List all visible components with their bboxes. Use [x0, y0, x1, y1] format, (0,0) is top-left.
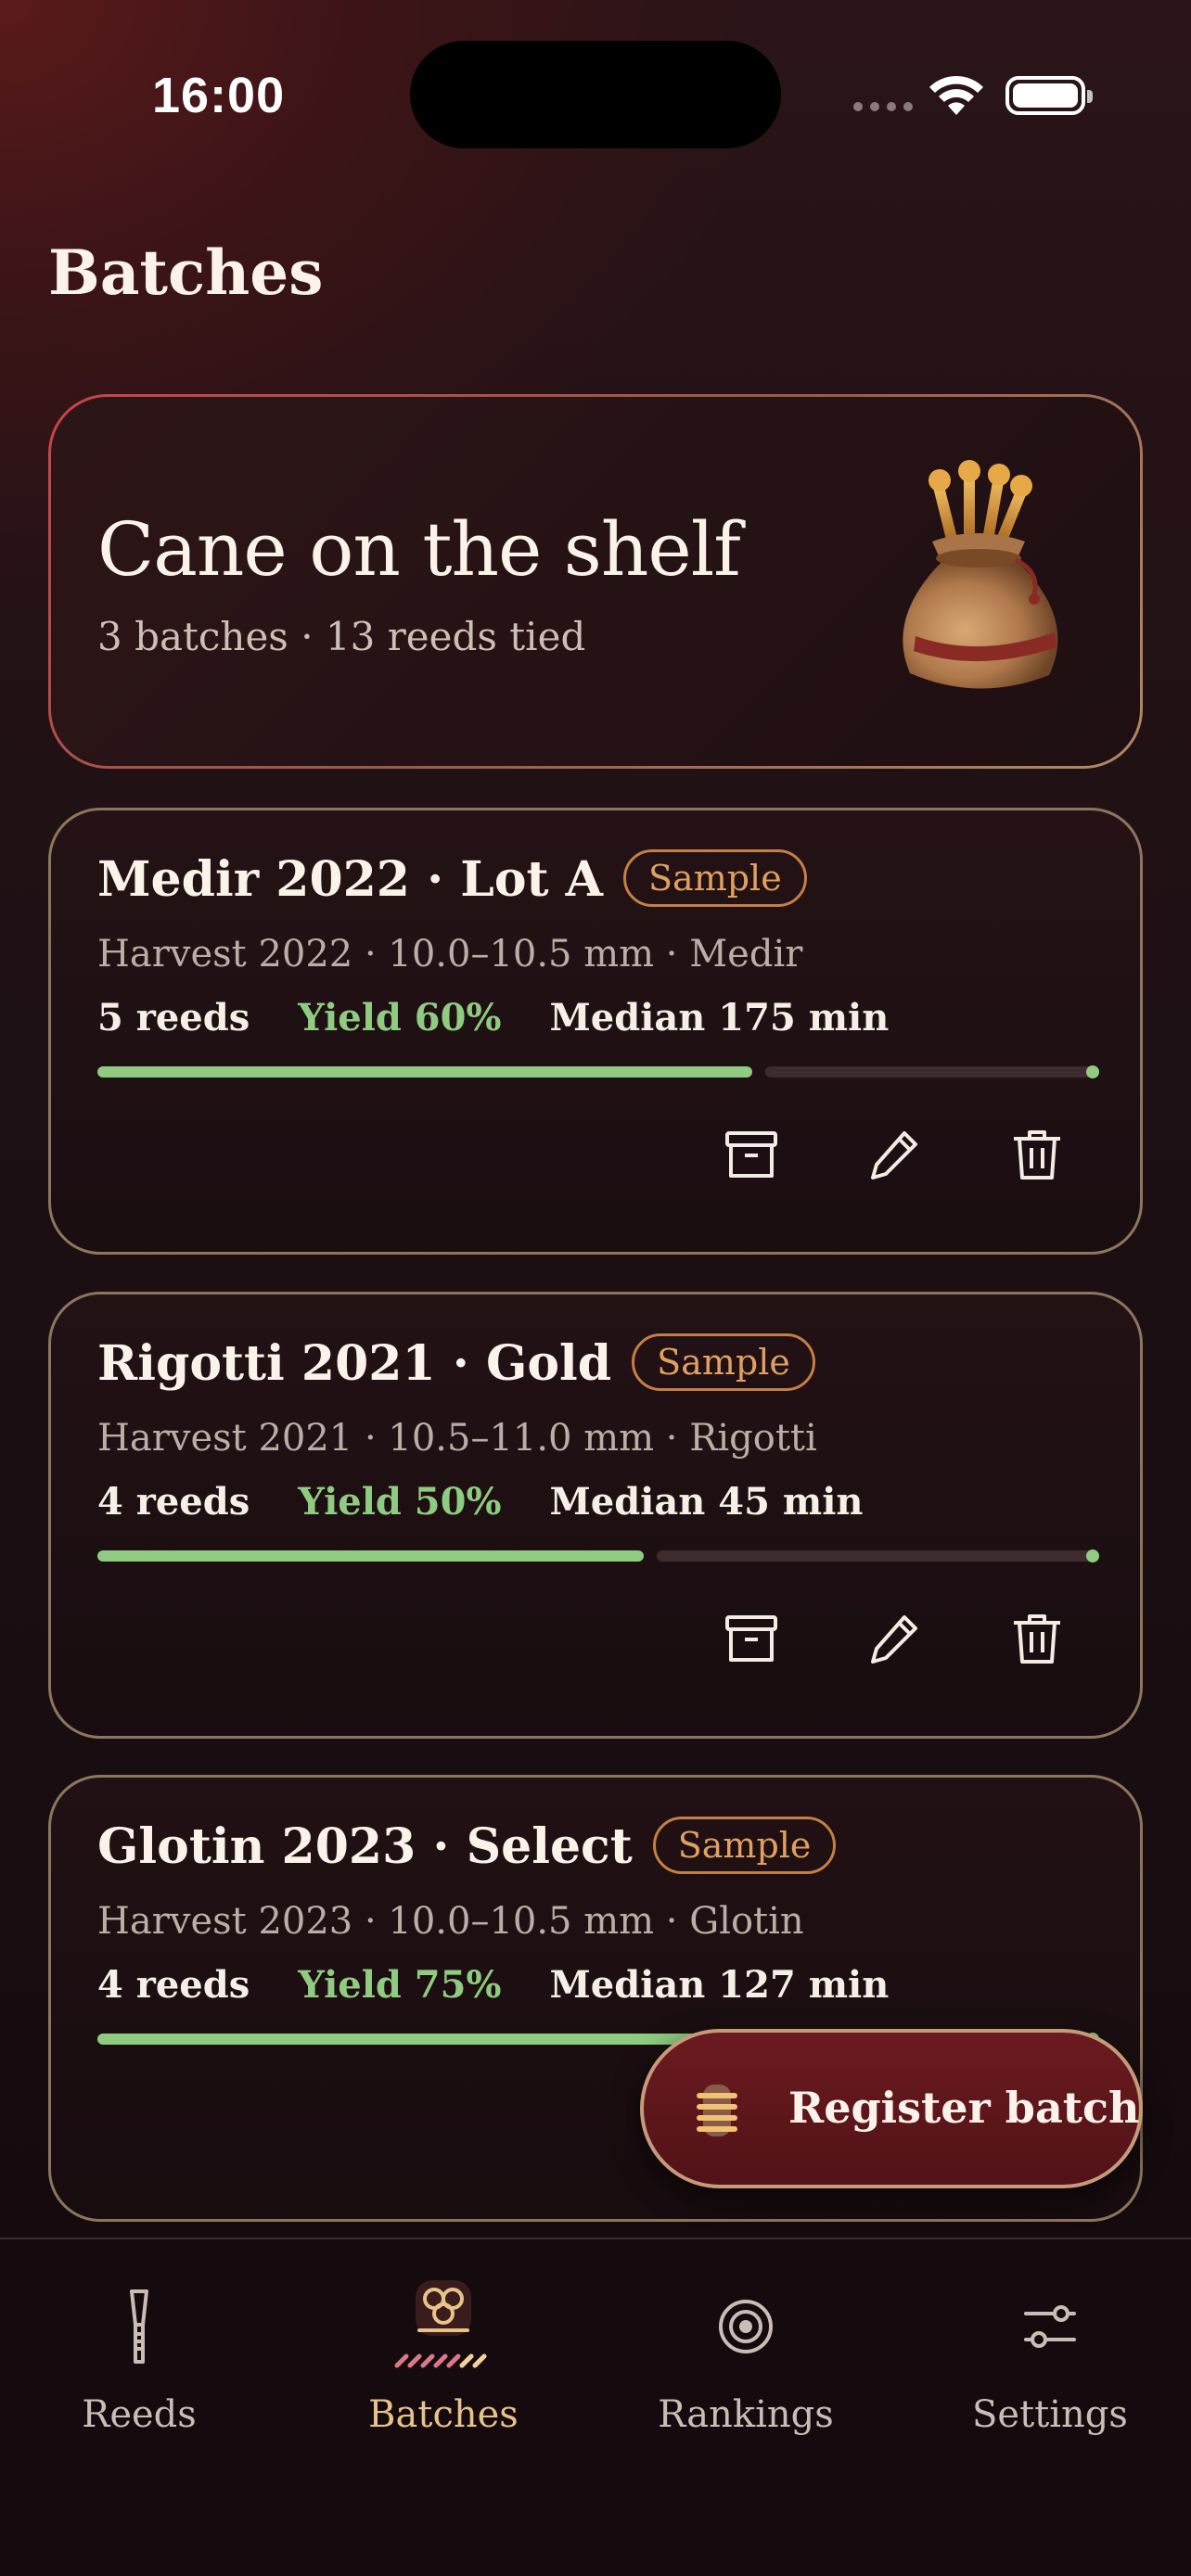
pencil-icon [871, 1615, 917, 1664]
sample-badge: Sample [632, 1333, 815, 1391]
register-batch-label: Register batch [788, 2083, 1140, 2133]
batch-title: Glotin 2023 · Select Sample [97, 1816, 837, 1880]
pencil-icon [871, 1131, 917, 1180]
archive-icon [725, 1131, 777, 1178]
reed-icon [130, 2289, 148, 2364]
tab-bar: Reeds Batches Rankings Settings [0, 2238, 1191, 2576]
reed-count: 4 reeds [97, 1963, 250, 2007]
batch-stats: 5 reeds Yield 60% Median 175 min [97, 996, 889, 1039]
progress-fill [97, 1550, 644, 1562]
tab-rankings[interactable]: Rankings [607, 2280, 885, 2436]
batch-actions [723, 1126, 1066, 1183]
tab-settings[interactable]: Settings [911, 2280, 1189, 2436]
battery-icon [1005, 76, 1093, 115]
dynamic-island [410, 41, 781, 148]
archive-button[interactable] [723, 1126, 780, 1183]
yield-progress-bar [97, 1549, 1099, 1562]
yield-value: Yield 60% [298, 996, 502, 1039]
archive-icon [725, 1615, 777, 1662]
delete-button[interactable] [1008, 1610, 1066, 1667]
batch-stats: 4 reeds Yield 50% Median 45 min [97, 1480, 864, 1524]
sliders-icon [1024, 2305, 1076, 2348]
batches-icon [394, 2280, 487, 2368]
batch-meta: Harvest 2023 · 10.0–10.5 mm · Glotin [97, 1900, 804, 1943]
reed-count: 5 reeds [97, 996, 250, 1039]
cane-bag-icon [903, 460, 1058, 689]
tab-batches[interactable]: Batches [304, 2280, 583, 2436]
sample-badge: Sample [652, 1816, 837, 1874]
batch-actions [723, 1610, 1066, 1667]
progress-end-dot [1086, 1549, 1099, 1562]
yield-progress-bar [97, 1065, 1099, 1078]
tab-reeds[interactable]: Reeds [0, 2280, 278, 2436]
sample-badge: Sample [623, 848, 807, 907]
progress-remainder [657, 1550, 1099, 1562]
cellular-signal-icon [853, 102, 913, 111]
batch-stats: 4 reeds Yield 75% Median 127 min [97, 1963, 889, 2007]
median-value: Median 45 min [549, 1480, 864, 1524]
target-icon [719, 2300, 773, 2353]
progress-remainder [765, 1066, 1099, 1078]
batch-meta: Harvest 2022 · 10.0–10.5 mm · Medir [97, 933, 803, 976]
summary-card: Cane on the shelf 3 batches · 13 reeds t… [48, 394, 1143, 769]
edit-button[interactable] [865, 1126, 923, 1183]
status-time: 16:00 [152, 68, 286, 123]
median-value: Median 127 min [549, 1963, 890, 2007]
summary-subtitle: 3 batches · 13 reeds tied [97, 614, 586, 659]
batch-title: Rigotti 2021 · Gold Sample [97, 1333, 815, 1396]
batch-meta: Harvest 2021 · 10.5–11.0 mm · Rigotti [97, 1417, 817, 1460]
batch-title: Medir 2022 · Lot A Sample [97, 848, 807, 912]
archive-button[interactable] [723, 1610, 780, 1667]
batch-card[interactable]: Medir 2022 · Lot A Sample Harvest 2022 · … [48, 808, 1143, 1255]
register-batch-button[interactable]: Register batch [640, 2029, 1143, 2188]
tab-label-reeds: Reeds [82, 2393, 197, 2436]
trash-icon [1014, 1614, 1060, 1664]
tab-label-batches: Batches [368, 2393, 519, 2436]
yield-value: Yield 50% [298, 1480, 502, 1524]
batch-card[interactable]: Rigotti 2021 · Gold Sample Harvest 2021 ·… [48, 1292, 1143, 1739]
progress-fill [97, 1066, 752, 1078]
progress-end-dot [1086, 1065, 1099, 1078]
edit-button[interactable] [865, 1610, 923, 1667]
cane-bundle-icon [697, 2085, 737, 2136]
tab-label-rankings: Rankings [658, 2393, 834, 2436]
reed-count: 4 reeds [97, 1480, 250, 1524]
summary-title: Cane on the shelf [97, 506, 741, 593]
median-value: Median 175 min [549, 996, 890, 1039]
page-title: Batches [48, 236, 324, 309]
wifi-icon [929, 75, 983, 115]
tab-label-settings: Settings [972, 2393, 1128, 2436]
delete-button[interactable] [1008, 1126, 1066, 1183]
trash-icon [1014, 1130, 1060, 1180]
yield-value: Yield 75% [298, 1963, 502, 2007]
